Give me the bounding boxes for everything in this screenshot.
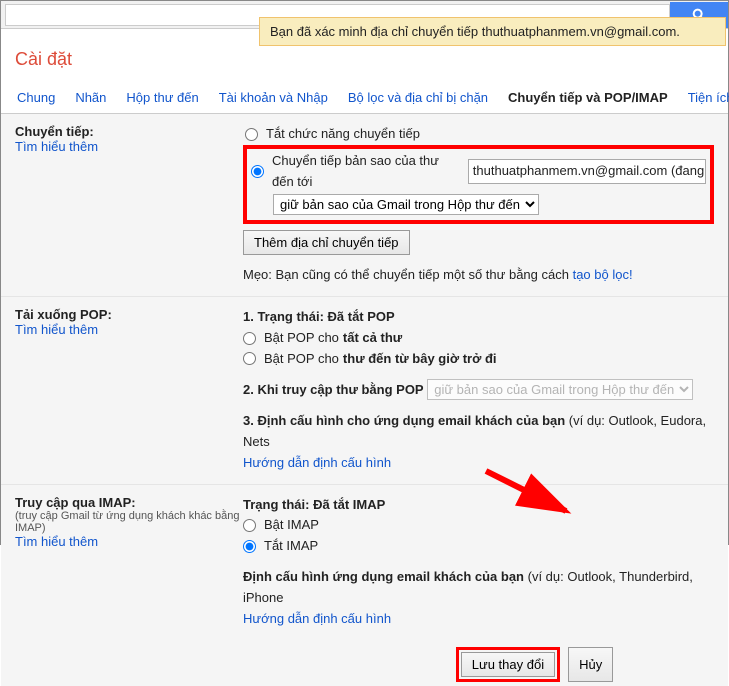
imap-status-label: Trạng thái: bbox=[243, 497, 313, 512]
add-forwarding-button[interactable]: Thêm địa chỉ chuyển tiếp bbox=[243, 230, 410, 255]
radio-enable-forwarding[interactable] bbox=[251, 165, 264, 178]
pop-heading: Tải xuống POP: bbox=[15, 307, 243, 322]
imap-config-link[interactable]: Hướng dẫn định cấu hình bbox=[243, 611, 391, 626]
save-highlight: Lưu thay đổi bbox=[456, 647, 560, 682]
imap-subtext: (truy cập Gmail từ ứng dụng khách khác b… bbox=[15, 510, 243, 534]
pop-all-bold: tất cả thư bbox=[343, 328, 402, 349]
forwarding-highlight: Chuyển tiếp bản sao của thư đến tới thut… bbox=[243, 145, 714, 224]
imap-learn-more[interactable]: Tìm hiểu thêm bbox=[15, 534, 98, 549]
save-button[interactable]: Lưu thay đổi bbox=[461, 652, 555, 677]
forwarding-learn-more[interactable]: Tìm hiểu thêm bbox=[15, 139, 98, 154]
pop-all-prefix: Bật POP cho bbox=[264, 328, 339, 349]
tab-forwarding[interactable]: Chuyển tiếp và POP/IMAP bbox=[498, 82, 678, 113]
pop-section: Tải xuống POP: Tìm hiểu thêm 1. Trạng th… bbox=[1, 297, 728, 485]
tab-labels[interactable]: Nhãn bbox=[65, 82, 116, 113]
tab-inbox[interactable]: Hộp thư đến bbox=[116, 82, 208, 113]
cancel-button[interactable]: Hủy bbox=[568, 647, 613, 682]
radio-pop-all[interactable] bbox=[243, 332, 256, 345]
imap-off-label: Tắt IMAP bbox=[264, 536, 318, 557]
tab-accounts[interactable]: Tài khoản và Nhập bbox=[209, 82, 338, 113]
settings-content: Chuyển tiếp: Tìm hiểu thêm Tắt chức năng… bbox=[1, 114, 728, 686]
enable-forwarding-prefix: Chuyển tiếp bản sao của thư đến tới bbox=[272, 151, 464, 193]
imap-status-value: Đã tắt IMAP bbox=[313, 497, 385, 512]
verification-notice: Bạn đã xác minh địa chỉ chuyển tiếp thut… bbox=[259, 17, 726, 46]
forwarding-action-select[interactable]: giữ bản sao của Gmail trong Hộp thư đến bbox=[273, 194, 539, 215]
imap-heading: Truy cập qua IMAP: bbox=[15, 495, 243, 510]
pop-status-value: Đã tắt POP bbox=[328, 309, 395, 324]
forwarding-section: Chuyển tiếp: Tìm hiểu thêm Tắt chức năng… bbox=[1, 114, 728, 297]
tab-general[interactable]: Chung bbox=[7, 82, 65, 113]
pop-now-bold: thư đến từ bây giờ trở đi bbox=[343, 349, 497, 370]
tab-filters[interactable]: Bộ lọc và địa chỉ bị chặn bbox=[338, 82, 498, 113]
radio-disable-forwarding[interactable] bbox=[245, 128, 258, 141]
pop-now-prefix: Bật POP cho bbox=[264, 349, 339, 370]
pop-access-label: 2. Khi truy cập thư bằng POP bbox=[243, 382, 424, 397]
settings-tabs: Chung Nhãn Hộp thư đến Tài khoản và Nhập… bbox=[1, 82, 728, 114]
radio-imap-off[interactable] bbox=[243, 540, 256, 553]
forwarding-tip-text: Mẹo: Bạn cũng có thể chuyển tiếp một số … bbox=[243, 267, 573, 282]
pop-learn-more[interactable]: Tìm hiểu thêm bbox=[15, 322, 98, 337]
pop-config-link[interactable]: Hướng dẫn định cấu hình bbox=[243, 455, 391, 470]
radio-imap-on[interactable] bbox=[243, 519, 256, 532]
forwarding-heading: Chuyển tiếp: bbox=[15, 124, 243, 139]
imap-config-label: Định cấu hình ứng dụng email khách của b… bbox=[243, 569, 528, 584]
pop-status-label: 1. Trạng thái: bbox=[243, 309, 328, 324]
forwarding-email-box[interactable]: thuthuatphanmem.vn@gmail.com (đang đư bbox=[468, 159, 706, 184]
radio-pop-now[interactable] bbox=[243, 352, 256, 365]
pop-config-label: 3. Định cấu hình cho ứng dụng email khác… bbox=[243, 413, 569, 428]
pop-access-select[interactable]: giữ bản sao của Gmail trong Hộp thư đến bbox=[427, 379, 693, 400]
tab-addons[interactable]: Tiện ích bbox=[678, 82, 729, 113]
disable-forwarding-label: Tắt chức năng chuyển tiếp bbox=[266, 124, 420, 145]
create-filter-link[interactable]: tạo bộ lọc! bbox=[573, 267, 633, 282]
imap-on-label: Bật IMAP bbox=[264, 515, 319, 536]
imap-section: Truy cập qua IMAP: (truy cập Gmail từ ứn… bbox=[1, 485, 728, 640]
footer-buttons: Lưu thay đổi Hủy bbox=[1, 639, 728, 686]
